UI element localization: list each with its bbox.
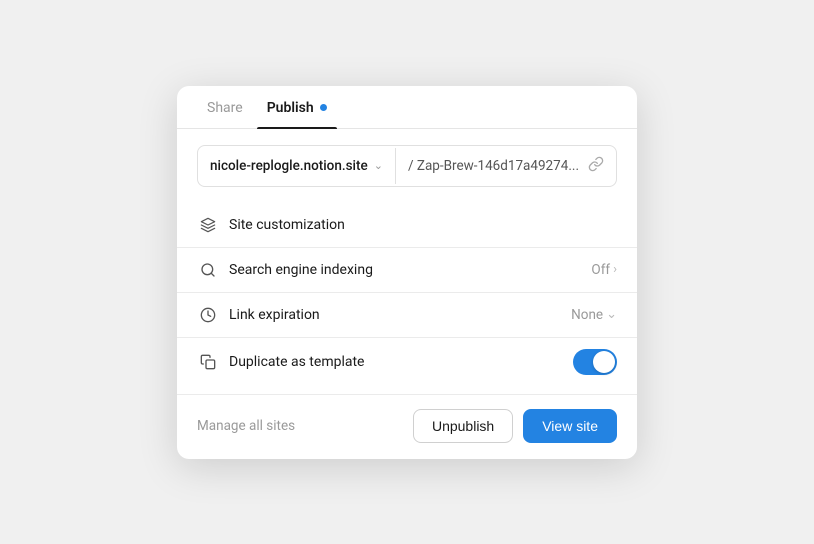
domain-chevron-icon: ⌄	[374, 159, 383, 172]
search-engine-label: Search engine indexing	[229, 262, 591, 278]
search-engine-value: Off ›	[591, 262, 617, 278]
domain-selector[interactable]: nicole-replogle.notion.site ⌄	[198, 148, 396, 184]
site-customization-icon	[197, 214, 219, 236]
url-bar: nicole-replogle.notion.site ⌄ / Zap-Brew…	[197, 145, 617, 187]
publish-modal: Share Publish nicole-replogle.notion.sit…	[177, 86, 637, 459]
link-expiration-label: Link expiration	[229, 307, 571, 323]
tab-bar: Share Publish	[177, 86, 637, 129]
tab-publish-label: Publish	[267, 100, 314, 116]
manage-all-sites-link[interactable]: Manage all sites	[197, 418, 403, 434]
slug-field[interactable]: / Zap-Brew-146d17a49274...	[396, 146, 616, 186]
search-engine-chevron-icon: ›	[613, 262, 617, 277]
slug-text: / Zap-Brew-146d17a49274...	[408, 158, 579, 174]
tab-share[interactable]: Share	[197, 86, 253, 128]
setting-search-engine-indexing[interactable]: Search engine indexing Off ›	[177, 248, 637, 292]
setting-link-expiration[interactable]: Link expiration None ⌄	[177, 293, 637, 337]
domain-text: nicole-replogle.notion.site	[210, 158, 368, 174]
setting-site-customization[interactable]: Site customization	[177, 203, 637, 247]
link-expiration-icon	[197, 304, 219, 326]
duplicate-template-label: Duplicate as template	[229, 354, 573, 370]
site-customization-label: Site customization	[229, 217, 617, 233]
link-expiration-value: None ⌄	[571, 307, 617, 323]
tab-publish[interactable]: Publish	[257, 86, 337, 128]
search-engine-icon	[197, 259, 219, 281]
publish-active-dot	[320, 104, 327, 111]
setting-duplicate-as-template[interactable]: Duplicate as template	[177, 338, 637, 386]
settings-list: Site customization Search engine indexin…	[177, 199, 637, 394]
copy-link-icon[interactable]	[588, 156, 604, 176]
footer: Manage all sites Unpublish View site	[177, 394, 637, 459]
unpublish-button[interactable]: Unpublish	[413, 409, 513, 443]
duplicate-template-icon	[197, 351, 219, 373]
link-expiration-chevron-icon: ⌄	[606, 307, 617, 322]
view-site-button[interactable]: View site	[523, 409, 617, 443]
toggle-knob	[593, 351, 615, 373]
tab-share-label: Share	[207, 100, 243, 116]
duplicate-template-toggle[interactable]	[573, 349, 617, 375]
